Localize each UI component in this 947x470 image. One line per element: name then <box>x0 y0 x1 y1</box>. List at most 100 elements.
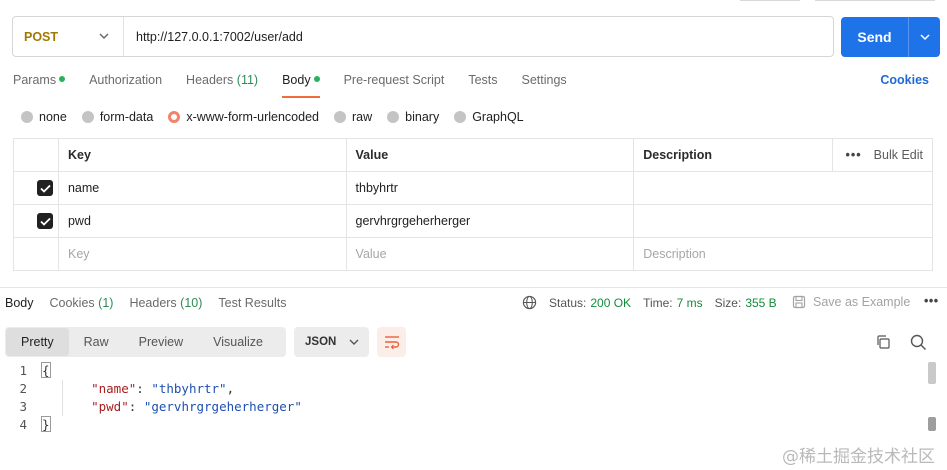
chevron-down-icon <box>99 33 109 39</box>
response-code-editor[interactable]: 1 { 2 "name": "thbyhrtr", 3 "pwd": "gerv… <box>0 362 930 434</box>
code-text: { <box>41 362 61 380</box>
row-checkbox[interactable] <box>37 180 53 196</box>
radio-circle <box>334 111 346 123</box>
view-pretty[interactable]: Pretty <box>6 328 69 356</box>
params-table: Key Value Description ••• Bulk Edit name … <box>13 138 933 271</box>
radio-form-data[interactable]: form-data <box>81 110 153 124</box>
code-line: 3 "pwd": "gervhrgrgeherherger" <box>0 398 930 416</box>
response-tab-headers-label: Headers <box>129 296 177 310</box>
header-description: Description <box>633 138 833 172</box>
radio-graphql[interactable]: GraphQL <box>454 110 524 124</box>
time-info[interactable]: Time: 7 ms <box>643 296 703 310</box>
response-tab-body[interactable]: Body <box>5 295 34 321</box>
cookies-link[interactable]: Cookies <box>880 73 929 87</box>
wrap-lines-button[interactable] <box>377 327 406 357</box>
view-preview[interactable]: Preview <box>124 328 198 356</box>
send-options-button[interactable] <box>909 33 940 41</box>
save-icon <box>792 295 806 309</box>
top-edge <box>0 0 947 4</box>
size-label: Size: <box>714 295 742 310</box>
radio-graphql-label: GraphQL <box>472 110 524 124</box>
checkmark-icon <box>39 217 51 226</box>
json-key: "pwd" <box>91 399 129 414</box>
body-indicator-dot <box>313 76 320 82</box>
wrap-lines-icon <box>384 336 399 349</box>
url-bar: POST http://127.0.0.1:7002/user/add <box>12 16 834 57</box>
more-icon: ••• <box>845 148 862 162</box>
tab-headers[interactable]: Headers (11) <box>186 72 258 98</box>
size-value: 355 B <box>745 295 777 310</box>
globe-icon <box>522 295 537 310</box>
scrollbar-thumb[interactable] <box>928 417 936 431</box>
response-tab-test-results[interactable]: Test Results <box>218 295 286 321</box>
row-key[interactable]: pwd <box>57 204 347 238</box>
radio-circle <box>387 111 400 123</box>
row-value[interactable]: thbyhrtr <box>345 171 635 205</box>
json-key: "name" <box>91 381 137 396</box>
view-visualize[interactable]: Visualize <box>198 328 278 356</box>
scrollbar-thumb[interactable] <box>928 362 936 384</box>
tab-body[interactable]: Body <box>282 72 320 98</box>
tab-params[interactable]: Params <box>13 72 66 98</box>
time-value: 7 ms <box>676 295 703 310</box>
save-as-example-button[interactable]: Save as Example <box>792 295 910 309</box>
radio-urlencoded-label: x-www-form-urlencoded <box>186 110 319 124</box>
radio-urlencoded[interactable]: x-www-form-urlencoded <box>168 110 319 124</box>
tab-headers-count: (11) <box>236 73 259 87</box>
tab-tests-label: Tests <box>468 73 498 87</box>
url-input[interactable]: http://127.0.0.1:7002/user/add <box>124 30 303 44</box>
send-label: Send <box>857 29 892 45</box>
row-description[interactable] <box>633 171 933 205</box>
response-tabs: Body Cookies (1) Headers (10) Test Resul… <box>5 295 303 321</box>
tab-settings[interactable]: Settings <box>522 72 567 98</box>
row-key[interactable]: name <box>57 171 347 205</box>
value-placeholder[interactable]: Value <box>345 237 635 271</box>
line-number: 4 <box>19 417 27 432</box>
tab-authorization[interactable]: Authorization <box>89 72 162 98</box>
code-line: 4 } <box>0 416 930 434</box>
network-globe-icon[interactable] <box>522 295 537 310</box>
header-bulk-edit-cell: ••• Bulk Edit <box>832 138 933 172</box>
status-info[interactable]: Status: 200 OK <box>549 296 631 310</box>
tab-prerequest-script[interactable]: Pre-request Script <box>344 72 445 98</box>
description-placeholder[interactable]: Description <box>633 237 933 271</box>
response-tab-cookies[interactable]: Cookies (1) <box>50 295 114 321</box>
row-checkbox[interactable] <box>37 213 53 229</box>
copy-button[interactable] <box>875 334 891 353</box>
json-comma: , <box>226 381 235 396</box>
tab-tests[interactable]: Tests <box>468 72 497 98</box>
view-raw[interactable]: Raw <box>69 328 124 356</box>
radio-circle-selected <box>168 111 181 123</box>
save-as-example-label: Save as Example <box>813 295 911 309</box>
key-placeholder[interactable]: Key <box>57 237 347 271</box>
size-info[interactable]: Size: 355 B <box>715 296 777 310</box>
response-cookies-count: (1) <box>98 296 114 310</box>
response-headers-count: (10) <box>180 296 203 310</box>
row-checkbox-cell <box>13 171 59 205</box>
response-view-switcher: Pretty Raw Preview Visualize <box>5 327 286 357</box>
response-more-icon[interactable]: ••• <box>924 294 939 308</box>
response-tab-headers[interactable]: Headers (10) <box>129 295 202 321</box>
radio-binary[interactable]: binary <box>387 110 439 124</box>
copy-icon <box>877 335 890 349</box>
radio-none-label: none <box>39 110 67 124</box>
search-button[interactable] <box>910 334 927 354</box>
bulk-edit-button[interactable]: ••• Bulk Edit <box>842 148 923 162</box>
bulk-edit-label: Bulk Edit <box>873 148 923 162</box>
status-value: 200 OK <box>590 295 632 310</box>
checkmark-icon <box>39 184 51 193</box>
radio-circle <box>21 111 33 123</box>
row-description[interactable] <box>633 204 933 238</box>
row-value[interactable]: gervhrgrgeherherger <box>345 204 635 238</box>
format-select[interactable]: JSON <box>294 327 369 357</box>
code-line: 2 "name": "thbyhrtr", <box>0 380 930 398</box>
line-number: 1 <box>19 363 27 378</box>
top-edge-segment <box>815 0 935 1</box>
radio-none[interactable]: none <box>21 110 67 124</box>
radio-raw[interactable]: raw <box>334 110 372 124</box>
send-button[interactable]: Send <box>841 17 940 57</box>
json-value: "gervhrgrgeherherger" <box>143 399 302 414</box>
method-select[interactable]: POST <box>13 17 124 56</box>
chevron-down-icon <box>919 34 930 41</box>
row-checkbox-cell <box>13 237 59 271</box>
